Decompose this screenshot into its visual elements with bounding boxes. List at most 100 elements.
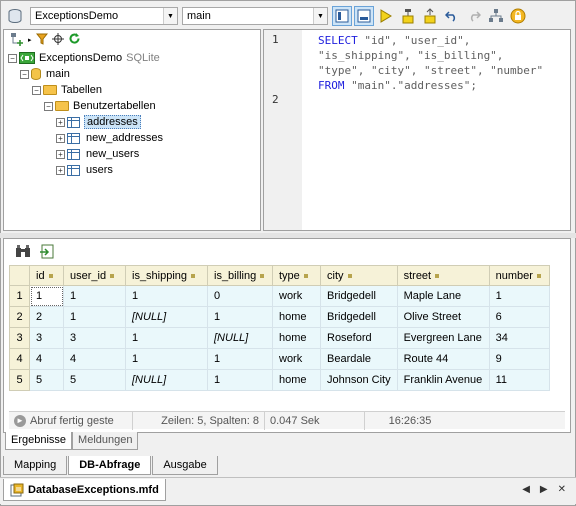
table-row[interactable]: 5 5 5 [NULL] 1 home Johnson City Frankli… bbox=[9, 369, 550, 391]
lock-button[interactable] bbox=[508, 6, 528, 26]
execute-script-button[interactable] bbox=[420, 6, 440, 26]
tab-messages[interactable]: Meldungen bbox=[72, 432, 139, 450]
column-header[interactable]: is_shipping bbox=[125, 265, 208, 286]
table-cell[interactable]: 3 bbox=[63, 327, 126, 349]
table-cell[interactable]: Olive Street bbox=[396, 306, 490, 328]
collapse-icon[interactable]: − bbox=[44, 101, 53, 111]
table-cell[interactable]: 6 bbox=[488, 306, 550, 328]
table-cell[interactable]: 1 bbox=[207, 369, 273, 391]
tab-db-query[interactable]: DB-Abfrage bbox=[68, 456, 152, 475]
table-cell[interactable]: 5 bbox=[29, 369, 64, 391]
scroll-right-icon[interactable]: ▶ bbox=[540, 484, 548, 495]
toggle-results-button[interactable] bbox=[354, 6, 374, 26]
table-cell[interactable]: home bbox=[272, 369, 321, 391]
table-cell[interactable]: [NULL] bbox=[125, 369, 208, 391]
binoculars-icon[interactable] bbox=[14, 243, 32, 259]
sort-icon[interactable] bbox=[48, 273, 53, 278]
table-cell[interactable]: 1 bbox=[63, 306, 126, 328]
tree-node-connection[interactable]: − ExceptionsDemo SQLite bbox=[4, 50, 260, 66]
tree-node-user-tables-folder[interactable]: − Benutzertabellen bbox=[4, 98, 260, 114]
results-grid[interactable]: id user_id is_shipping is_billing type c… bbox=[9, 265, 550, 391]
table-cell[interactable]: [NULL] bbox=[125, 306, 208, 328]
table-cell[interactable]: work bbox=[272, 285, 321, 307]
toggle-browser-button[interactable] bbox=[332, 6, 352, 26]
redo-button[interactable] bbox=[464, 6, 484, 26]
table-cell[interactable]: home bbox=[272, 327, 321, 349]
tab-results[interactable]: Ergebnisse bbox=[5, 432, 73, 450]
table-cell[interactable]: work bbox=[272, 348, 321, 370]
table-cell[interactable]: 34 bbox=[488, 327, 550, 349]
expand-icon[interactable]: + bbox=[56, 165, 65, 175]
table-cell[interactable]: 4 bbox=[29, 348, 64, 370]
scroll-left-icon[interactable]: ◀ bbox=[522, 484, 530, 495]
table-cell[interactable]: 1 bbox=[125, 348, 208, 370]
sort-icon[interactable] bbox=[110, 273, 115, 278]
sort-icon[interactable] bbox=[191, 273, 196, 278]
document-tab[interactable]: DatabaseExceptions.mfd bbox=[3, 479, 166, 501]
close-icon[interactable]: ✕ bbox=[558, 484, 566, 495]
table-cell[interactable]: Bridgedell bbox=[320, 285, 398, 307]
table-cell[interactable]: Beardale bbox=[320, 348, 398, 370]
table-cell[interactable]: 1 bbox=[125, 285, 208, 307]
table-cell[interactable]: Evergreen Lane bbox=[396, 327, 490, 349]
sort-icon[interactable] bbox=[303, 273, 308, 278]
chevron-down-icon[interactable]: ▼ bbox=[313, 8, 327, 24]
tab-output[interactable]: Ausgabe bbox=[152, 456, 218, 475]
column-header[interactable]: id bbox=[29, 265, 64, 286]
collapse-icon[interactable]: − bbox=[20, 69, 29, 79]
table-cell[interactable]: 1 bbox=[63, 285, 126, 307]
column-header[interactable]: street bbox=[396, 265, 490, 286]
column-header[interactable]: city bbox=[320, 265, 398, 286]
table-cell[interactable]: 0 bbox=[207, 285, 273, 307]
table-cell[interactable]: Maple Lane bbox=[396, 285, 490, 307]
chevron-down-icon[interactable]: ▼ bbox=[163, 8, 177, 24]
table-cell[interactable]: 9 bbox=[488, 348, 550, 370]
table-cell[interactable]: home bbox=[272, 306, 321, 328]
table-cell[interactable]: 1 bbox=[29, 285, 64, 307]
row-number[interactable]: 3 bbox=[9, 327, 30, 349]
row-number[interactable]: 4 bbox=[9, 348, 30, 370]
collapse-icon[interactable]: − bbox=[32, 85, 41, 95]
undo-button[interactable] bbox=[442, 6, 462, 26]
connection-select[interactable]: ExceptionsDemo ▼ bbox=[30, 7, 178, 25]
table-cell[interactable]: 5 bbox=[63, 369, 126, 391]
dropdown-arrow-icon[interactable]: ▸ bbox=[28, 36, 32, 44]
collapse-icon[interactable]: − bbox=[8, 53, 17, 63]
column-header[interactable]: user_id bbox=[63, 265, 126, 286]
execute-button[interactable] bbox=[376, 6, 396, 26]
column-header[interactable]: type bbox=[272, 265, 321, 286]
table-row[interactable]: 3 3 3 1 [NULL] home Roseford Evergreen L… bbox=[9, 327, 550, 349]
table-cell[interactable]: 2 bbox=[29, 306, 64, 328]
row-number[interactable]: 2 bbox=[9, 306, 30, 328]
locate-icon[interactable] bbox=[51, 32, 64, 48]
table-cell[interactable]: Route 44 bbox=[396, 348, 490, 370]
table-cell[interactable]: 1 bbox=[207, 306, 273, 328]
expand-icon[interactable]: + bbox=[56, 149, 65, 159]
schema-select[interactable]: main ▼ bbox=[182, 7, 328, 25]
tree-node-table-addresses[interactable]: + addresses bbox=[4, 114, 260, 130]
table-cell[interactable]: 1 bbox=[488, 285, 550, 307]
row-number[interactable]: 1 bbox=[9, 285, 30, 307]
column-header[interactable]: number bbox=[488, 265, 550, 286]
add-object-icon[interactable] bbox=[10, 32, 24, 49]
tree-node-table-new-users[interactable]: + new_users bbox=[4, 146, 260, 162]
refresh-icon[interactable] bbox=[68, 32, 81, 48]
tree-node-schema[interactable]: − main bbox=[4, 66, 260, 82]
table-row[interactable]: 2 2 1 [NULL] 1 home Bridgedell Olive Str… bbox=[9, 306, 550, 328]
table-cell[interactable]: [NULL] bbox=[207, 327, 273, 349]
table-cell[interactable]: Bridgedell bbox=[320, 306, 398, 328]
table-cell[interactable]: Johnson City bbox=[320, 369, 398, 391]
table-cell[interactable]: 4 bbox=[63, 348, 126, 370]
table-cell[interactable]: 11 bbox=[488, 369, 550, 391]
tree-node-tables-folder[interactable]: − Tabellen bbox=[4, 82, 260, 98]
table-cell[interactable]: 1 bbox=[125, 327, 208, 349]
tree-node-table-users[interactable]: + users bbox=[4, 162, 260, 178]
table-row[interactable]: 4 4 4 1 1 work Beardale Route 44 9 bbox=[9, 348, 550, 370]
expand-icon[interactable]: + bbox=[56, 133, 65, 143]
table-row[interactable]: 1 1 1 1 0 work Bridgedell Maple Lane 1 bbox=[9, 285, 550, 307]
expand-icon[interactable]: + bbox=[56, 117, 65, 127]
execute-for-update-button[interactable] bbox=[398, 6, 418, 26]
column-header[interactable]: is_billing bbox=[207, 265, 273, 286]
sort-icon[interactable] bbox=[347, 273, 352, 278]
filter-icon[interactable] bbox=[35, 33, 48, 48]
